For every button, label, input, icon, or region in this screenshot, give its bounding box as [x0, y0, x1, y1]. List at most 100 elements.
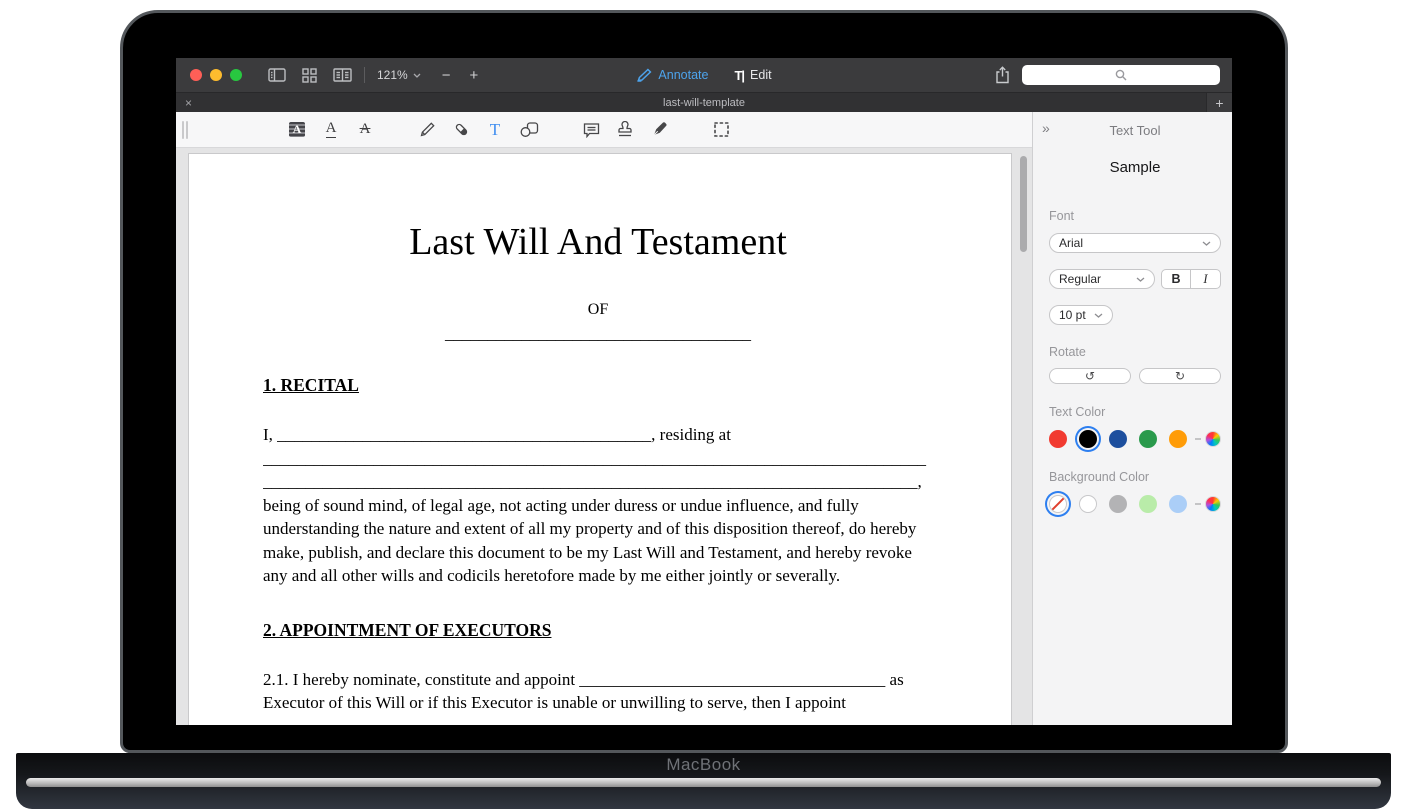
highlight-tool-icon[interactable]: A: [287, 119, 307, 141]
background-color-lightblue-swatch[interactable]: [1169, 495, 1187, 513]
background-color-white-swatch[interactable]: [1079, 495, 1097, 513]
font-size-select[interactable]: 10 pt: [1049, 305, 1113, 325]
bold-italic-segment: B I: [1161, 269, 1221, 289]
document-column: A A A: [176, 112, 1032, 725]
share-icon[interactable]: [995, 66, 1010, 84]
toolbar-drag-handle[interactable]: [182, 121, 191, 139]
text-tool-sidebar: » Text Tool Sample Font Arial Regular: [1032, 112, 1232, 725]
tab-title[interactable]: last-will-template: [176, 97, 1232, 109]
fullscreen-window-button[interactable]: [230, 69, 242, 81]
chevron-down-icon: [413, 73, 421, 78]
text-color-black-swatch[interactable]: [1079, 430, 1097, 448]
sidebar-title: Text Tool: [1049, 123, 1221, 138]
text-color-swatches: [1049, 430, 1221, 448]
background-color-lightgreen-swatch[interactable]: [1139, 495, 1157, 513]
executors-line-1: 2.1. I hereby nominate, constitute and a…: [263, 668, 933, 692]
search-icon: [1115, 69, 1127, 81]
document-of-label: OF: [263, 298, 933, 322]
font-section-label: Font: [1049, 209, 1221, 223]
executors-line-2: Executor of this Will or if this Executo…: [263, 691, 933, 715]
page-content: Last Will And Testament OF _____________…: [189, 154, 1011, 715]
macbook-mockup: 121% − + Annotate: [0, 0, 1407, 809]
edit-mode-label: Edit: [750, 68, 772, 82]
signature-pen-tool-icon[interactable]: [649, 119, 669, 141]
toolbar-separator: [364, 67, 365, 83]
background-color-none-swatch[interactable]: [1049, 495, 1067, 513]
text-color-wheel-swatch[interactable]: [1205, 431, 1221, 447]
pdf-page[interactable]: Last Will And Testament OF _____________…: [188, 153, 1012, 725]
collapse-sidebar-icon[interactable]: »: [1042, 120, 1050, 136]
stamp-tool-icon[interactable]: [615, 119, 635, 141]
titlebar: 121% − + Annotate: [176, 58, 1232, 92]
recital-name-line: I, _____________________________________…: [263, 423, 933, 447]
font-family-select[interactable]: Arial: [1049, 233, 1221, 253]
strikethrough-tool-icon[interactable]: A: [355, 119, 375, 141]
text-tool-icon[interactable]: T: [485, 119, 505, 141]
font-style-value: Regular: [1059, 272, 1101, 286]
new-tab-button[interactable]: +: [1206, 93, 1232, 112]
testator-name-blank: ____________________________________: [263, 322, 933, 346]
font-family-value: Arial: [1059, 236, 1083, 250]
italic-button[interactable]: I: [1191, 270, 1220, 288]
address-blank-line-1: ________________________________________…: [263, 447, 933, 471]
font-size-value: 10 pt: [1059, 308, 1086, 322]
close-window-button[interactable]: [190, 69, 202, 81]
tab-bar: × last-will-template +: [176, 92, 1232, 112]
select-region-tool-icon[interactable]: [711, 119, 731, 141]
chevron-down-icon: [1094, 313, 1103, 318]
vertical-scrollbar[interactable]: [1020, 156, 1027, 252]
view-mode-buttons: [268, 68, 352, 83]
thumbnail-grid-view-icon[interactable]: [302, 68, 317, 83]
bold-button[interactable]: B: [1162, 270, 1191, 288]
background-color-swatches: [1049, 495, 1221, 513]
mode-switcher: Annotate T| Edit: [636, 58, 771, 92]
annotation-toolbar: A A A: [176, 112, 1032, 148]
search-field: [1022, 65, 1220, 85]
rotate-cw-icon: ↻: [1175, 370, 1185, 382]
zoom-in-button[interactable]: +: [469, 68, 478, 83]
macbook-brand-label: MacBook: [16, 753, 1391, 775]
document-view[interactable]: Last Will And Testament OF _____________…: [176, 148, 1032, 725]
edit-mode-button[interactable]: T| Edit: [734, 68, 771, 83]
text-color-blue-swatch[interactable]: [1109, 430, 1127, 448]
eraser-tool-icon[interactable]: [451, 119, 471, 141]
background-color-section-label: Background Color: [1049, 470, 1221, 484]
annotate-mode-label: Annotate: [658, 68, 708, 82]
recital-paragraph: being of sound mind, of legal age, not a…: [263, 494, 933, 588]
minimize-window-button[interactable]: [210, 69, 222, 81]
annotate-pen-icon: [636, 68, 652, 82]
section1-heading: 1. RECITAL: [263, 373, 933, 397]
macbook-base: MacBook: [16, 753, 1391, 809]
font-style-select[interactable]: Regular: [1049, 269, 1155, 289]
text-color-red-swatch[interactable]: [1049, 430, 1067, 448]
two-page-view-icon[interactable]: [333, 68, 352, 82]
macbook-hinge: [26, 778, 1381, 787]
section2-heading: 2. APPOINTMENT OF EXECUTORS: [263, 618, 933, 642]
sidebar-view-icon[interactable]: [268, 68, 286, 82]
titlebar-right: [995, 65, 1220, 85]
app-window: 121% − + Annotate: [176, 58, 1232, 725]
font-sample-preview: Sample: [1049, 159, 1221, 176]
chevron-down-icon: [1136, 277, 1145, 282]
zoom-level[interactable]: 121%: [377, 68, 408, 82]
zoom-control: 121% − +: [377, 68, 478, 83]
text-color-orange-swatch[interactable]: [1169, 430, 1187, 448]
zoom-out-button[interactable]: −: [442, 68, 451, 83]
macbook-screen: 121% − + Annotate: [120, 10, 1288, 753]
annotate-mode-button[interactable]: Annotate: [636, 68, 708, 82]
chevron-down-icon: [1202, 241, 1211, 246]
note-comment-tool-icon[interactable]: [581, 119, 601, 141]
text-color-green-swatch[interactable]: [1139, 430, 1157, 448]
font-style-row: Regular B I: [1049, 269, 1221, 289]
background-color-gray-swatch[interactable]: [1109, 495, 1127, 513]
rotate-buttons: ↺ ↻: [1049, 368, 1221, 384]
pencil-tool-icon[interactable]: [417, 119, 437, 141]
text-color-section-label: Text Color: [1049, 405, 1221, 419]
background-color-wheel-swatch[interactable]: [1205, 496, 1221, 512]
underline-tool-icon[interactable]: A: [321, 119, 341, 141]
rotate-ccw-icon: ↺: [1085, 370, 1095, 382]
shapes-tool-icon[interactable]: [519, 119, 539, 141]
rotate-counterclockwise-button[interactable]: ↺: [1049, 368, 1131, 384]
rotate-clockwise-button[interactable]: ↻: [1139, 368, 1221, 384]
edit-text-icon: T|: [734, 68, 744, 83]
